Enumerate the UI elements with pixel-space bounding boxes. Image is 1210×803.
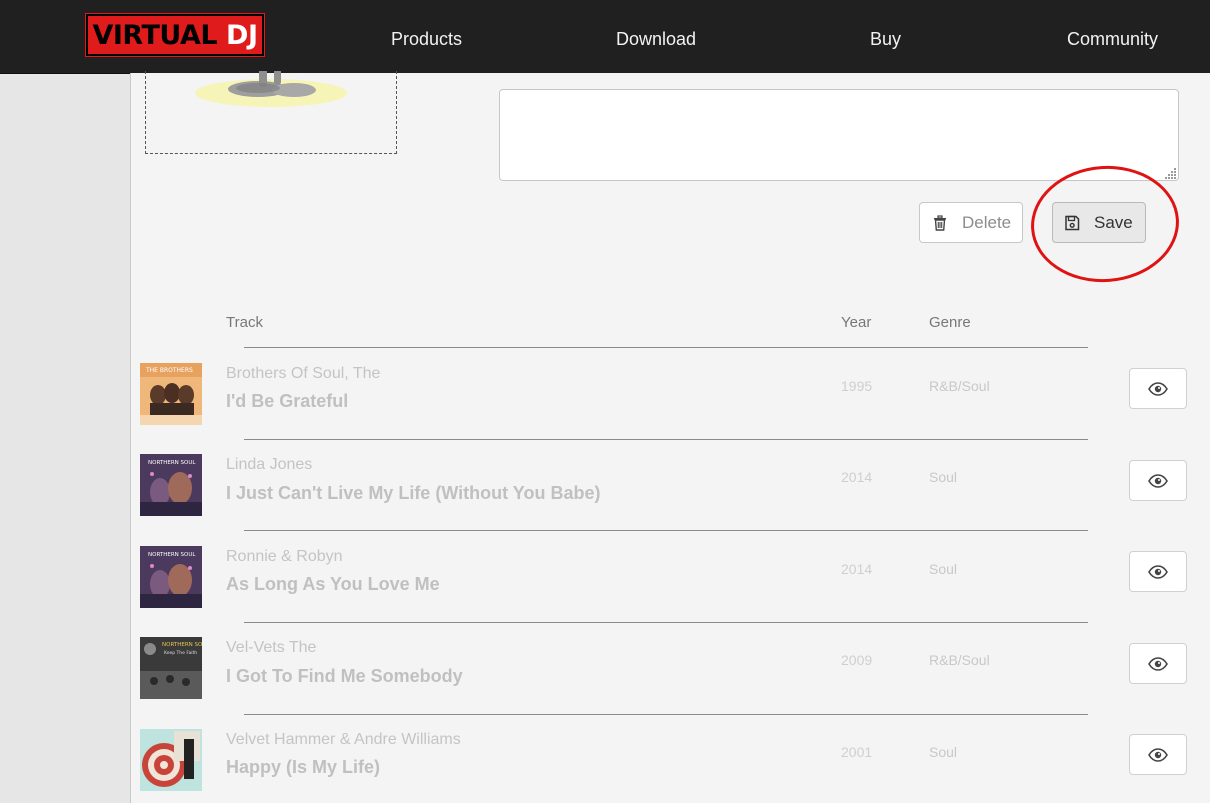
- delete-button-label: Delete: [962, 212, 1012, 232]
- save-button-label: Save: [1094, 212, 1133, 232]
- track-title[interactable]: As Long As You Love Me: [226, 574, 440, 595]
- description-textarea[interactable]: [499, 89, 1179, 181]
- row-divider: [244, 530, 1088, 531]
- view-track-button[interactable]: [1129, 643, 1187, 684]
- logo-text-virtual: VIRTUAL: [92, 19, 218, 51]
- track-artist: Ronnie & Robyn: [226, 548, 343, 565]
- column-header-track: Track: [226, 314, 263, 331]
- view-track-button[interactable]: [1129, 368, 1187, 409]
- track-artist: Vel-Vets The: [226, 639, 317, 656]
- nav-link-products[interactable]: Products: [391, 28, 462, 50]
- nav-link-download[interactable]: Download: [616, 28, 696, 50]
- delete-button[interactable]: Delete: [919, 202, 1023, 243]
- track-title[interactable]: I'd Be Grateful: [226, 391, 348, 412]
- album-cover-thumbnail[interactable]: NORTHERN SOUL Keep The Faith: [140, 637, 202, 699]
- track-title[interactable]: I Just Can't Live My Life (Without You B…: [226, 483, 600, 504]
- nav-link-community[interactable]: Community: [1067, 28, 1158, 50]
- eye-icon: [1148, 747, 1168, 762]
- track-artist: Linda Jones: [226, 456, 313, 473]
- row-divider: [244, 347, 1088, 348]
- track-title[interactable]: I Got To Find Me Somebody: [226, 666, 463, 687]
- track-genre: R&B/Soul: [929, 378, 990, 394]
- album-cover-thumbnail[interactable]: THE BROTHERS: [140, 363, 202, 425]
- view-track-button[interactable]: [1129, 460, 1187, 501]
- virtual-dj-logo[interactable]: VIRTUAL DJ: [86, 14, 264, 56]
- track-genre: Soul: [929, 561, 958, 577]
- track-year: 2001: [841, 744, 873, 760]
- view-track-button[interactable]: [1129, 734, 1187, 775]
- track-artist: Velvet Hammer & Andre Williams: [226, 731, 461, 748]
- column-header-genre: Genre: [929, 314, 971, 331]
- row-divider: [244, 622, 1088, 623]
- trash-icon: [932, 214, 948, 231]
- row-divider: [244, 714, 1088, 715]
- album-cover-thumbnail[interactable]: NORTHERN SOUL: [140, 454, 202, 516]
- eye-icon: [1148, 381, 1168, 396]
- svg-text:NORTHERN SOUL: NORTHERN SOUL: [148, 460, 196, 466]
- column-header-year: Year: [841, 314, 872, 331]
- track-year: 2014: [841, 561, 873, 577]
- track-genre: Soul: [929, 744, 958, 760]
- content-panel: Delete Save Track Year Genre THE BROTHER…: [130, 71, 1210, 803]
- nav-link-buy[interactable]: Buy: [870, 28, 901, 50]
- svg-text:Keep The Faith: Keep The Faith: [164, 650, 197, 656]
- album-cover-thumbnail[interactable]: NORTHERN SOUL: [140, 546, 202, 608]
- svg-text:NORTHERN SOUL: NORTHERN SOUL: [162, 642, 202, 648]
- cover-image-dropzone[interactable]: [145, 71, 397, 154]
- track-title[interactable]: Happy (Is My Life): [226, 757, 380, 778]
- eye-icon: [1148, 656, 1168, 671]
- track-year: 2014: [841, 469, 873, 485]
- resize-grip-icon[interactable]: [1165, 167, 1177, 179]
- top-nav-bar: VIRTUAL DJ Products Download Buy Communi…: [0, 0, 1210, 74]
- track-year: 2009: [841, 652, 873, 668]
- svg-text:THE BROTHERS: THE BROTHERS: [145, 367, 193, 374]
- album-cover-thumbnail[interactable]: [140, 729, 202, 791]
- track-artist: Brothers Of Soul, The: [226, 365, 381, 382]
- mascot-image: [195, 71, 347, 107]
- logo-text-dj: DJ: [226, 19, 258, 51]
- save-button[interactable]: Save: [1052, 202, 1146, 243]
- track-genre: Soul: [929, 469, 958, 485]
- track-year: 1995: [841, 378, 873, 394]
- floppy-disk-icon: [1064, 215, 1080, 231]
- track-genre: R&B/Soul: [929, 652, 990, 668]
- eye-icon: [1148, 564, 1168, 579]
- svg-text:NORTHERN SOUL: NORTHERN SOUL: [148, 552, 196, 558]
- eye-icon: [1148, 473, 1168, 488]
- row-divider: [244, 439, 1088, 440]
- view-track-button[interactable]: [1129, 551, 1187, 592]
